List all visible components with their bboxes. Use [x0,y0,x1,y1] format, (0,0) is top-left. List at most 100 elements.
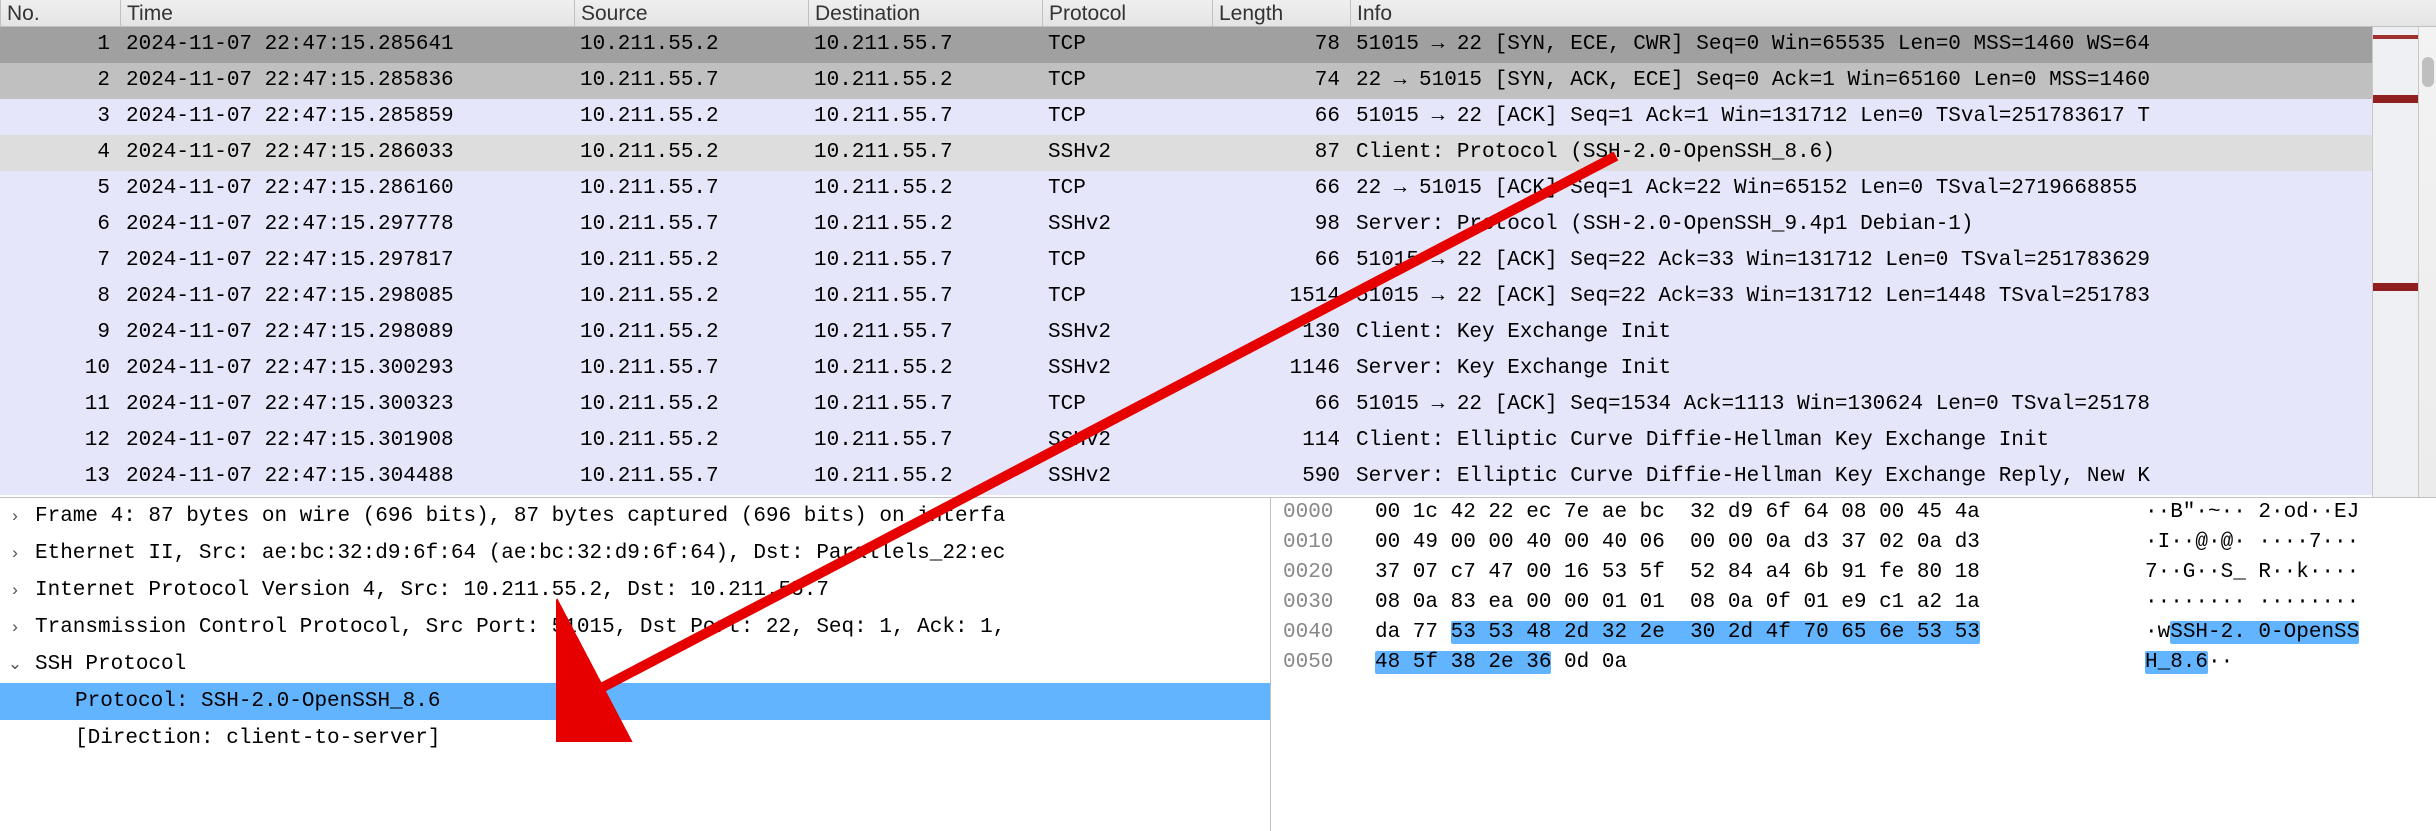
packet-cell-length: 66 [1212,171,1350,207]
packet-row[interactable]: 22024-11-07 22:47:15.28583610.211.55.710… [0,63,2418,99]
packet-cell-protocol: SSHv2 [1042,459,1212,495]
packet-list-rows: 12024-11-07 22:47:15.28564110.211.55.210… [0,27,2418,497]
packet-cell-protocol: SSHv2 [1042,423,1212,459]
tree-row[interactable]: ›Transmission Control Protocol, Src Port… [0,609,1270,646]
packet-row[interactable]: 82024-11-07 22:47:15.29808510.211.55.210… [0,279,2418,315]
hex-offset: 0020 [1283,558,1333,588]
tree-row[interactable]: ›Ethernet II, Src: ae:bc:32:d9:6f:64 (ae… [0,535,1270,572]
packet-cell-time: 2024-11-07 22:47:15.298089 [120,315,574,351]
packet-cell-length: 114 [1212,423,1350,459]
packet-cell-info: 51015 → 22 [ACK] Seq=22 Ack=33 Win=13171… [1350,279,2418,315]
tree-collapse-icon[interactable]: ⌄ [0,647,30,683]
packet-cell-no: 8 [0,279,120,315]
tree-expand-icon[interactable]: › [0,610,30,646]
packet-cell-info: Client: Key Exchange Init [1350,315,2418,351]
packet-cell-info: Client: Elliptic Curve Diffie-Hellman Ke… [1350,423,2418,459]
packet-cell-time: 2024-11-07 22:47:15.286033 [120,135,574,171]
hex-ascii: ··B"·~·· 2·od··EJ [2145,498,2359,528]
packet-cell-dest: 10.211.55.7 [808,387,1042,423]
tree-row-text: SSH Protocol [30,653,186,676]
packet-cell-source: 10.211.55.7 [574,351,808,387]
packet-cell-source: 10.211.55.2 [574,423,808,459]
tree-row[interactable]: [Direction: client-to-server] [0,720,1270,757]
packet-cell-time: 2024-11-07 22:47:15.300323 [120,387,574,423]
packet-cell-info: Server: Protocol (SSH-2.0-OpenSSH_9.4p1 … [1350,207,2418,243]
packet-row[interactable]: 12024-11-07 22:47:15.28564110.211.55.210… [0,27,2418,63]
packet-cell-protocol: TCP [1042,279,1212,315]
packet-cell-length: 66 [1212,243,1350,279]
packet-cell-info: Server: Elliptic Curve Diffie-Hellman Ke… [1350,459,2418,495]
hex-ascii: ·I··@·@· ····7··· [2145,528,2359,558]
packet-row[interactable]: 42024-11-07 22:47:15.28603310.211.55.210… [0,135,2418,171]
packet-cell-no: 5 [0,171,120,207]
packet-cell-protocol: SSHv2 [1042,207,1212,243]
hex-bytes: 48 5f 38 2e 36 0d 0a [1375,648,1627,678]
hex-row[interactable]: 0040da 77 53 53 48 2d 32 2e 30 2d 4f 70 … [1271,618,2436,648]
packet-row[interactable]: 102024-11-07 22:47:15.30029310.211.55.71… [0,351,2418,387]
packet-cell-length: 66 [1212,387,1350,423]
hex-row[interactable]: 002037 07 c7 47 00 16 53 5f 52 84 a4 6b … [1271,558,2436,588]
packet-cell-source: 10.211.55.2 [574,243,808,279]
packet-cell-source: 10.211.55.2 [574,279,808,315]
packet-row[interactable]: 122024-11-07 22:47:15.30190810.211.55.21… [0,423,2418,459]
packet-row[interactable]: 32024-11-07 22:47:15.28585910.211.55.210… [0,99,2418,135]
packet-cell-time: 2024-11-07 22:47:15.301908 [120,423,574,459]
packet-cell-no: 7 [0,243,120,279]
packet-cell-no: 4 [0,135,120,171]
hex-row[interactable]: 0050 48 5f 38 2e 36 0d 0a H_8.6·· [1271,648,2436,678]
column-header-length[interactable]: Length [1212,0,1350,27]
packet-cell-no: 2 [0,63,120,99]
packet-row[interactable]: 92024-11-07 22:47:15.29808910.211.55.210… [0,315,2418,351]
column-header-time[interactable]: Time [120,0,574,27]
tree-row[interactable]: ›Frame 4: 87 bytes on wire (696 bits), 8… [0,498,1270,535]
packet-cell-info: 51015 → 22 [ACK] Seq=22 Ack=33 Win=13171… [1350,243,2418,279]
packet-cell-dest: 10.211.55.2 [808,207,1042,243]
packet-cell-dest: 10.211.55.7 [808,279,1042,315]
column-header-dest[interactable]: Destination [808,0,1042,27]
tree-row[interactable]: ⌄SSH Protocol [0,646,1270,683]
column-header-source[interactable]: Source [574,0,808,27]
tree-row-text: Internet Protocol Version 4, Src: 10.211… [30,579,829,602]
scrollbar-thumb[interactable] [2422,57,2434,87]
packet-cell-source: 10.211.55.2 [574,315,808,351]
tree-row[interactable]: Protocol: SSH-2.0-OpenSSH_8.6 [0,683,1270,720]
packet-row[interactable]: 72024-11-07 22:47:15.29781710.211.55.210… [0,243,2418,279]
packet-row[interactable]: 62024-11-07 22:47:15.29777810.211.55.710… [0,207,2418,243]
column-header-no[interactable]: No. [0,0,120,27]
packet-list-scrollbar[interactable] [2418,27,2436,497]
packet-cell-info: Server: Key Exchange Init [1350,351,2418,387]
packet-row[interactable]: 52024-11-07 22:47:15.28616010.211.55.710… [0,171,2418,207]
hex-offset: 0030 [1283,588,1333,618]
packet-cell-dest: 10.211.55.2 [808,459,1042,495]
hex-row[interactable]: 000000 1c 42 22 ec 7e ae bc 32 d9 6f 64 … [1271,498,2436,528]
packet-cell-time: 2024-11-07 22:47:15.286160 [120,171,574,207]
tree-row-text: Frame 4: 87 bytes on wire (696 bits), 87… [30,505,1005,528]
packet-cell-dest: 10.211.55.7 [808,99,1042,135]
packet-cell-protocol: TCP [1042,99,1212,135]
packet-cell-protocol: SSHv2 [1042,351,1212,387]
packet-row[interactable]: 112024-11-07 22:47:15.30032310.211.55.21… [0,387,2418,423]
tree-row-text: Ethernet II, Src: ae:bc:32:d9:6f:64 (ae:… [30,542,1005,565]
tree-row[interactable]: ›Internet Protocol Version 4, Src: 10.21… [0,572,1270,609]
hex-ascii: H_8.6·· [2145,648,2233,678]
packet-cell-protocol: TCP [1042,63,1212,99]
packet-minimap[interactable] [2372,27,2418,497]
packet-cell-protocol: TCP [1042,171,1212,207]
hex-row[interactable]: 003008 0a 83 ea 00 00 01 01 08 0a 0f 01 … [1271,588,2436,618]
column-header-info[interactable]: Info [1350,0,2418,27]
packet-row[interactable]: 132024-11-07 22:47:15.30448810.211.55.71… [0,459,2418,495]
tree-expand-icon[interactable]: › [0,499,30,535]
tree-expand-icon[interactable]: › [0,536,30,572]
packet-cell-dest: 10.211.55.7 [808,423,1042,459]
packet-cell-no: 13 [0,459,120,495]
hex-row[interactable]: 001000 49 00 00 40 00 40 06 00 00 0a d3 … [1271,528,2436,558]
hex-offset: 0050 [1283,648,1333,678]
column-header-protocol[interactable]: Protocol [1042,0,1212,27]
packet-cell-info: 22 → 51015 [ACK] Seq=1 Ack=22 Win=65152 … [1350,171,2418,207]
tree-expand-icon[interactable]: › [0,573,30,609]
minimap-mark [2373,99,2419,103]
packet-cell-length: 98 [1212,207,1350,243]
packet-cell-length: 78 [1212,27,1350,63]
packet-list-header: No.TimeSourceDestinationProtocolLengthIn… [0,0,2436,27]
packet-cell-length: 87 [1212,135,1350,171]
